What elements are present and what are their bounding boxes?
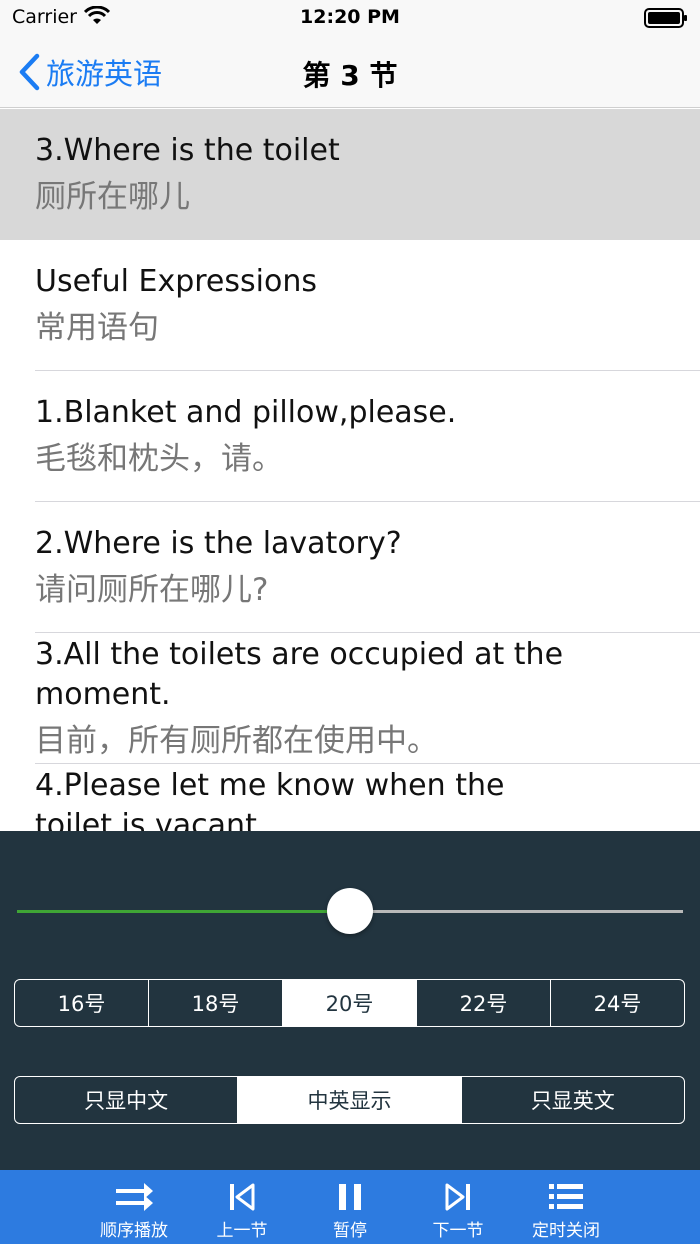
font-size-segmented-control: 16号 18号 20号 22号 24号 — [14, 979, 685, 1027]
list-item[interactable]: 4.Please let me know when the toilet is … — [0, 764, 700, 831]
previous-section-button[interactable]: 上一节 — [197, 1170, 287, 1244]
pause-button[interactable]: 暂停 — [305, 1170, 395, 1244]
progress-slider[interactable] — [17, 887, 683, 935]
list-item-english: 3.Where is the toilet — [35, 133, 340, 168]
font-size-option[interactable]: 22号 — [416, 980, 550, 1026]
display-mode-option[interactable]: 中英显示 — [237, 1077, 461, 1123]
page-title: 第 3 节 — [302, 59, 398, 92]
timer-list-icon — [521, 1182, 611, 1214]
tab-label: 上一节 — [216, 1221, 268, 1241]
display-mode-option[interactable]: 只显英文 — [460, 1077, 684, 1123]
font-size-option[interactable]: 18号 — [148, 980, 282, 1026]
list-item[interactable]: 3.All the toilets are occupied at the mo… — [0, 633, 700, 764]
list-item-chinese: 请问厕所在哪儿? — [35, 572, 269, 608]
status-bar: Carrier 12:20 PM — [0, 0, 700, 36]
list-item-english: Useful Expressions — [35, 264, 317, 299]
pause-icon — [305, 1182, 395, 1214]
order-play-button[interactable]: 顺序播放 — [89, 1170, 179, 1244]
font-size-option[interactable]: 20号 — [282, 980, 416, 1026]
tab-label: 顺序播放 — [100, 1221, 168, 1241]
list-item[interactable]: 2.Where is the lavatory? 请问厕所在哪儿? — [0, 502, 700, 633]
list-item-english: 2.Where is the lavatory? — [35, 526, 402, 561]
skip-previous-icon — [197, 1182, 287, 1214]
list-item-chinese: 厕所在哪儿 — [35, 179, 190, 215]
slider-thumb[interactable] — [327, 888, 373, 934]
slider-track-remaining — [350, 910, 683, 913]
navigation-bar: 旅游英语 第 3 节 — [0, 36, 700, 108]
status-time: 12:20 PM — [300, 6, 400, 28]
list-item[interactable]: 3.Where is the toilet 厕所在哪儿 — [0, 109, 700, 240]
tab-label: 定时关闭 — [532, 1221, 600, 1241]
list-item-english: 4.Please let me know when the toilet is … — [35, 768, 505, 831]
font-size-option[interactable]: 24号 — [550, 980, 684, 1026]
list-item-english: 1.Blanket and pillow,please. — [35, 395, 457, 430]
shuffle-order-icon — [89, 1182, 179, 1214]
display-mode-segmented-control: 只显中文 中英显示 只显英文 — [14, 1076, 685, 1124]
skip-next-icon — [413, 1182, 503, 1214]
next-section-button[interactable]: 下一节 — [413, 1170, 503, 1244]
list-item-chinese: 目前，所有厕所都在使用中。 — [35, 723, 438, 759]
list-item-english: 3.All the toilets are occupied at the mo… — [35, 637, 564, 712]
battery-icon — [644, 8, 688, 28]
timer-close-button[interactable]: 定时关闭 — [521, 1170, 611, 1244]
display-mode-option[interactable]: 只显中文 — [15, 1077, 237, 1123]
font-size-option[interactable]: 16号 — [15, 980, 148, 1026]
tab-label: 下一节 — [432, 1221, 484, 1241]
tab-label: 暂停 — [333, 1221, 367, 1241]
sentence-list[interactable]: 3.Where is the toilet 厕所在哪儿 Useful Expre… — [0, 109, 700, 831]
bottom-toolbar: 顺序播放 上一节 暂停 下一节 定时关闭 — [0, 1170, 700, 1244]
slider-track-filled — [17, 910, 350, 913]
list-item-chinese: 毛毯和枕头，请。 — [35, 441, 283, 477]
list-item-chinese: 常用语句 — [35, 310, 159, 346]
list-item[interactable]: 1.Blanket and pillow,please. 毛毯和枕头，请。 — [0, 371, 700, 502]
list-item[interactable]: Useful Expressions 常用语句 — [0, 240, 700, 371]
playback-control-panel: 16号 18号 20号 22号 24号 只显中文 中英显示 只显英文 — [0, 831, 700, 1170]
